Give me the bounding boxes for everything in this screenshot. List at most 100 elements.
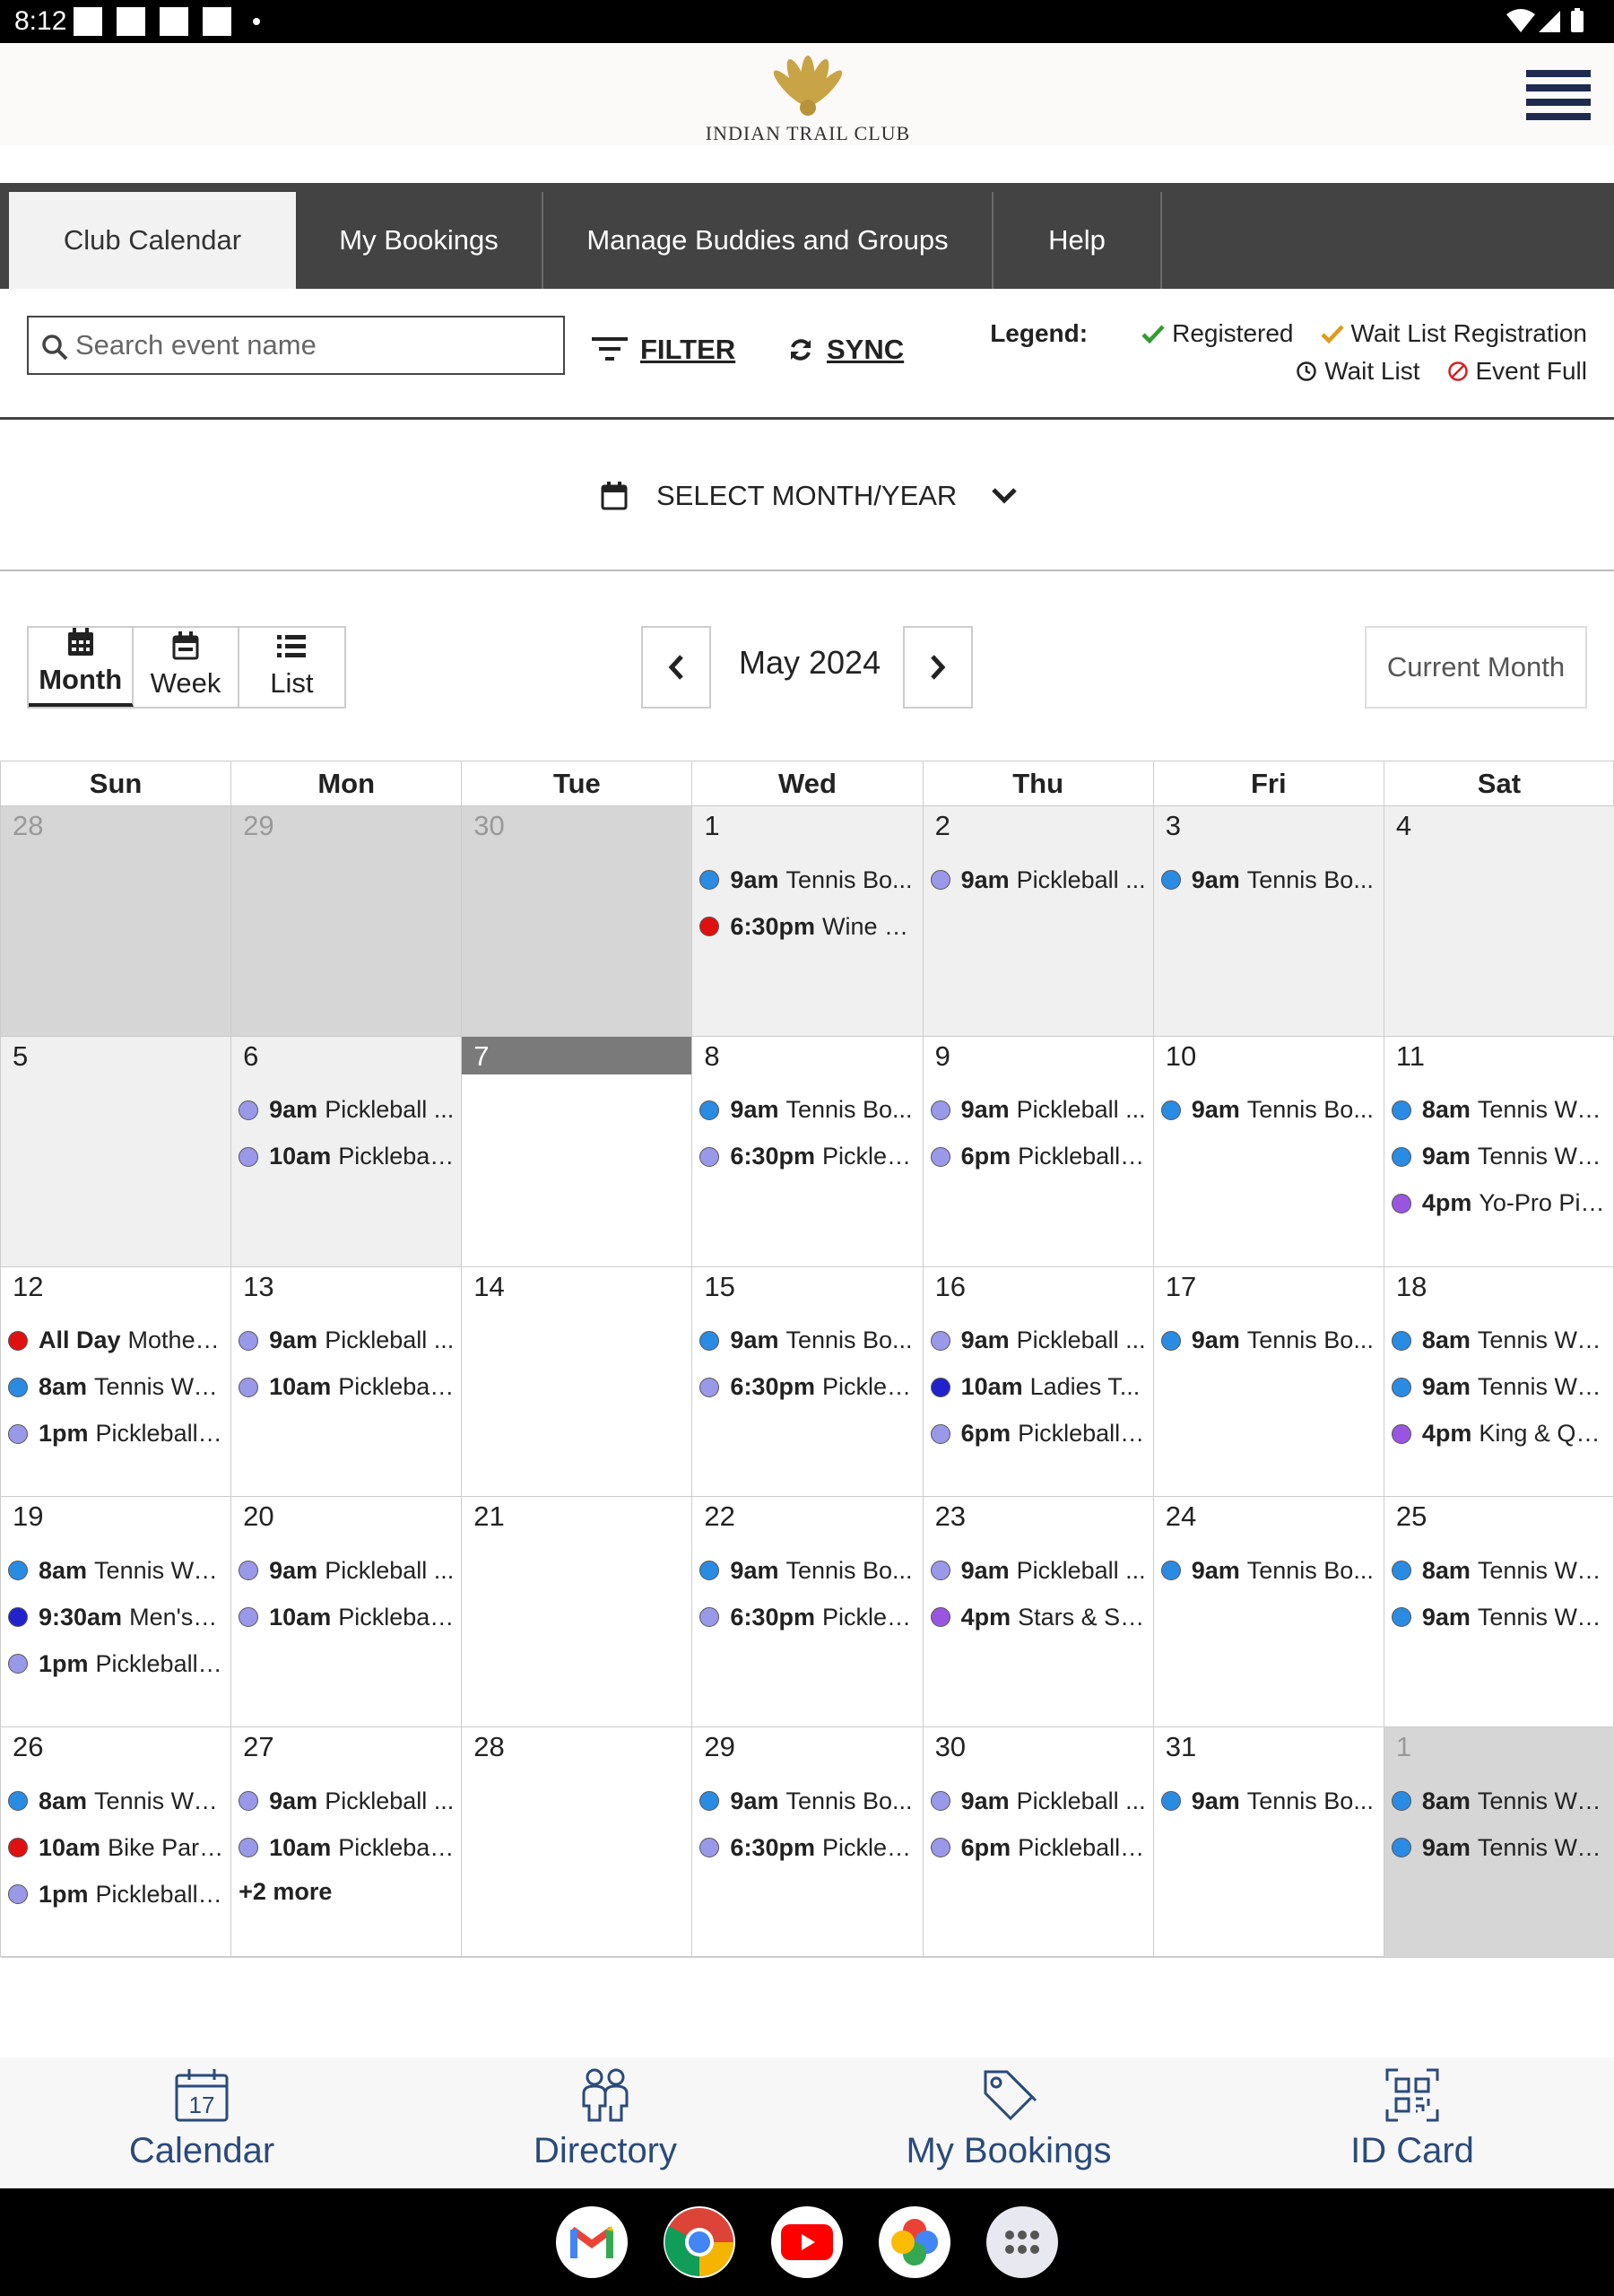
calendar-day-cell[interactable]: 20 9am Pickleball ... 10am Pickleball... <box>231 1497 463 1728</box>
app-drawer-icon[interactable] <box>986 2206 1058 2278</box>
calendar-event[interactable]: 9am Tennis Bo... <box>699 862 915 898</box>
calendar-day-cell[interactable]: 12 All Day Mother'... 8am Tennis We... 1pm Pic… <box>1 1266 232 1498</box>
calendar-event[interactable]: 1pm Pickleball ... <box>8 1646 223 1682</box>
calendar-day-cell[interactable]: 2 9am Pickleball ... <box>923 806 1154 1037</box>
calendar-day-cell[interactable]: 26 8am Tennis We... 10am Bike Para... 1pm Pick… <box>1 1727 232 1958</box>
calendar-day-cell[interactable]: 15 9am Tennis Bo... 6:30pm Pickleb... <box>692 1266 924 1498</box>
calendar-event[interactable]: 8am Tennis We... <box>1391 1552 1607 1588</box>
calendar-event[interactable]: 9am Tennis Bo... <box>699 1092 915 1128</box>
tab-help[interactable]: Help <box>994 192 1162 289</box>
calendar-day-cell[interactable]: 17 9am Tennis Bo... <box>1153 1266 1384 1498</box>
gmail-app-icon[interactable] <box>556 2206 628 2278</box>
calendar-event[interactable]: 9am Tennis Bo... <box>1160 1092 1376 1128</box>
calendar-event[interactable]: 6:30pm Wine D... <box>699 909 915 944</box>
calendar-event[interactable]: All Day Mother'... <box>8 1323 223 1359</box>
tab-manage-buddies[interactable]: Manage Buddies and Groups <box>543 192 994 289</box>
nav-calendar[interactable]: 17 Calendar <box>67 2057 336 2188</box>
calendar-day-cell[interactable]: 30 9am Pickleball ... 6pm Pickleball ... <box>923 1727 1154 1958</box>
calendar-event[interactable]: 9am Pickleball ... <box>930 1552 1146 1588</box>
month-year-selector[interactable]: SELECT MONTH/YEAR <box>601 474 1018 518</box>
calendar-day-cell[interactable]: 27 9am Pickleball ... 10am Pickleball... +2 m… <box>231 1727 463 1958</box>
calendar-event[interactable]: 9am Tennis We... <box>1391 1599 1607 1635</box>
calendar-day-cell[interactable]: 28 <box>1 806 232 1037</box>
search-input[interactable] <box>75 323 551 368</box>
calendar-event[interactable]: 6:30pm Pickleb... <box>699 1599 915 1635</box>
calendar-day-cell[interactable]: 11 8am Tennis We... 9am Tennis We... 4pm Yo-Pr… <box>1384 1036 1614 1267</box>
calendar-event[interactable]: 6pm Pickleball ... <box>930 1139 1146 1175</box>
calendar-event[interactable]: 8am Tennis We... <box>8 1783 223 1819</box>
youtube-app-icon[interactable] <box>771 2206 843 2278</box>
calendar-event[interactable]: 9am Tennis We... <box>1391 1370 1607 1405</box>
calendar-event[interactable]: 9am Pickleball ... <box>239 1783 454 1819</box>
calendar-event[interactable]: 9am Tennis Bo... <box>699 1552 915 1588</box>
calendar-event[interactable]: 8am Tennis We... <box>8 1552 223 1588</box>
calendar-event[interactable]: 6pm Pickleball ... <box>930 1416 1146 1452</box>
week-view-button[interactable]: Week <box>134 628 239 707</box>
calendar-event[interactable]: 9am Tennis Bo... <box>699 1323 915 1359</box>
calendar-event[interactable]: 4pm Stars & Str... <box>930 1599 1146 1635</box>
calendar-day-cell[interactable]: 21 <box>462 1497 693 1728</box>
tab-club-calendar[interactable]: Club Calendar <box>9 192 296 289</box>
calendar-event[interactable]: 1pm Pickleball ... <box>8 1876 223 1912</box>
calendar-event[interactable]: 9am Pickleball ... <box>930 1092 1146 1128</box>
calendar-day-cell[interactable]: 23 9am Pickleball ... 4pm Stars & Str... <box>923 1497 1154 1728</box>
current-month-button[interactable]: Current Month <box>1365 626 1587 709</box>
calendar-event[interactable]: 9am Pickleball ... <box>930 1783 1146 1819</box>
calendar-day-cell[interactable]: 13 9am Pickleball ... 10am Pickleball... <box>231 1266 463 1498</box>
calendar-event[interactable]: 4pm Yo-Pro Pic... <box>1391 1186 1607 1222</box>
calendar-day-cell[interactable]: 29 9am Tennis Bo... 6:30pm Pickleb... <box>692 1727 924 1958</box>
calendar-day-cell[interactable]: 1 8am Tennis We... 9am Tennis We... <box>1384 1727 1614 1958</box>
more-events-link[interactable]: +2 more <box>239 1878 332 1906</box>
calendar-day-cell[interactable]: 28 <box>462 1727 693 1958</box>
calendar-event[interactable]: 8am Tennis We... <box>8 1370 223 1405</box>
calendar-event[interactable]: 8am Tennis We... <box>1391 1092 1607 1128</box>
calendar-event[interactable]: 9am Tennis Bo... <box>1160 1783 1376 1819</box>
calendar-day-cell[interactable]: 4 <box>1384 806 1614 1037</box>
calendar-event[interactable]: 8am Tennis We... <box>1391 1783 1607 1819</box>
calendar-day-cell[interactable]: 22 9am Tennis Bo... 6:30pm Pickleb... <box>692 1497 924 1728</box>
calendar-event[interactable]: 9am Tennis Bo... <box>1160 862 1376 898</box>
calendar-event[interactable]: 9am Tennis Bo... <box>1160 1323 1376 1359</box>
list-view-button[interactable]: List <box>239 628 344 707</box>
calendar-day-cell[interactable]: 31 9am Tennis Bo... <box>1153 1727 1384 1958</box>
nav-id-card[interactable]: ID Card <box>1278 2057 1547 2188</box>
calendar-day-cell[interactable]: 1 9am Tennis Bo... 6:30pm Wine D... <box>692 806 924 1037</box>
calendar-event[interactable]: 1pm Pickleball ... <box>8 1416 223 1452</box>
calendar-day-cell[interactable]: 8 9am Tennis Bo... 6:30pm Pickleb... <box>692 1036 924 1267</box>
calendar-day-cell[interactable]: 6 9am Pickleball ... 10am Pickleball... <box>231 1036 463 1267</box>
calendar-day-cell[interactable]: 30 <box>462 806 693 1037</box>
calendar-day-cell[interactable]: 19 8am Tennis We... 9:30am Men's T... 1pm Pick… <box>1 1497 232 1728</box>
calendar-event[interactable]: 10am Pickleball... <box>239 1599 454 1635</box>
calendar-event[interactable]: 9am Tennis Bo... <box>1160 1552 1376 1588</box>
calendar-event[interactable]: 10am Ladies T... <box>930 1370 1146 1405</box>
calendar-event[interactable]: 9am Tennis We... <box>1391 1139 1607 1175</box>
calendar-day-cell[interactable]: 24 9am Tennis Bo... <box>1153 1497 1384 1728</box>
calendar-event[interactable]: 9:30am Men's T... <box>8 1599 223 1635</box>
calendar-day-cell[interactable]: 18 8am Tennis We... 9am Tennis We... 4pm King … <box>1384 1266 1614 1498</box>
photos-app-icon[interactable] <box>879 2206 950 2278</box>
calendar-event[interactable]: 10am Pickleball... <box>239 1139 454 1175</box>
calendar-event[interactable]: 9am Pickleball ... <box>239 1092 454 1128</box>
calendar-event[interactable]: 9am Pickleball ... <box>239 1552 454 1588</box>
calendar-day-cell[interactable]: 7 <box>462 1036 693 1267</box>
calendar-event[interactable]: 9am Pickleball ... <box>930 862 1146 898</box>
next-month-button[interactable] <box>903 626 973 709</box>
calendar-event[interactable]: 6:30pm Pickleb... <box>699 1830 915 1866</box>
calendar-event[interactable]: 9am Tennis We... <box>1391 1830 1607 1866</box>
sync-button[interactable]: SYNC <box>787 334 904 366</box>
calendar-day-cell[interactable]: 25 8am Tennis We... 9am Tennis We... <box>1384 1497 1614 1728</box>
calendar-event[interactable]: 10am Pickleball... <box>239 1370 454 1405</box>
calendar-day-cell[interactable]: 9 9am Pickleball ... 6pm Pickleball ... <box>923 1036 1154 1267</box>
calendar-event[interactable]: 9am Tennis Bo... <box>699 1783 915 1819</box>
tab-my-bookings[interactable]: My Bookings <box>296 192 543 289</box>
calendar-day-cell[interactable]: 5 <box>1 1036 232 1267</box>
calendar-day-cell[interactable]: 3 9am Tennis Bo... <box>1153 806 1384 1037</box>
hamburger-menu-icon[interactable] <box>1526 70 1591 120</box>
calendar-event[interactable]: 9am Pickleball ... <box>930 1323 1146 1359</box>
filter-button[interactable]: FILTER <box>592 334 735 366</box>
calendar-day-cell[interactable]: 16 9am Pickleball ... 10am Ladies T... 6pm Pic… <box>923 1266 1154 1498</box>
calendar-event[interactable]: 9am Pickleball ... <box>239 1323 454 1359</box>
nav-directory[interactable]: Directory <box>471 2057 740 2188</box>
calendar-event[interactable]: 10am Pickleball... <box>239 1830 454 1866</box>
calendar-day-cell[interactable]: 14 <box>462 1266 693 1498</box>
